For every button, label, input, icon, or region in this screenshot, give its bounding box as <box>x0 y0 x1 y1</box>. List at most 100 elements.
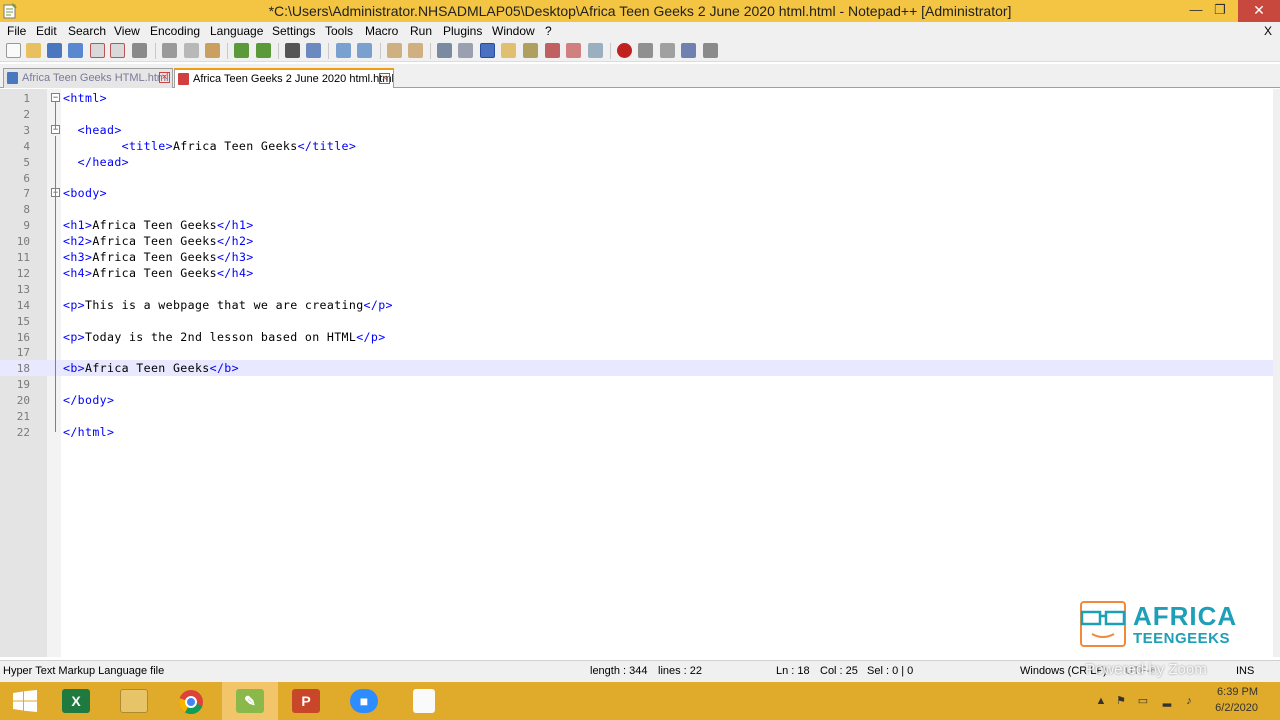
signal-icon[interactable]: ▂ <box>1160 694 1174 708</box>
menu-file[interactable]: File <box>7 24 26 38</box>
code-line[interactable]: 2 <box>0 106 1273 122</box>
code-line[interactable]: 14 <p>This is a webpage that we are creat… <box>0 297 1273 313</box>
sync-horizontal-icon[interactable] <box>408 43 423 58</box>
show-all-chars-icon[interactable] <box>458 43 473 58</box>
code-line[interactable]: 21 <box>0 408 1273 424</box>
menu-edit[interactable]: Edit <box>36 24 57 38</box>
save-all-icon[interactable] <box>68 43 83 58</box>
close-file-icon[interactable] <box>90 43 105 58</box>
taskbar-file-explorer[interactable] <box>106 682 162 720</box>
menu-plugins[interactable]: Plugins <box>443 24 482 38</box>
replace-icon[interactable] <box>306 43 321 58</box>
code-line[interactable]: 15 <box>0 313 1273 329</box>
menu-encoding[interactable]: Encoding <box>150 24 200 38</box>
menu-run[interactable]: Run <box>410 24 432 38</box>
taskbar-chrome[interactable] <box>164 682 220 720</box>
zoom-out-icon[interactable] <box>357 43 372 58</box>
line-text[interactable]: <title>Africa Teen Geeks</title> <box>63 139 356 153</box>
line-text[interactable]: <h1>Africa Teen Geeks</h1> <box>63 218 254 232</box>
code-line[interactable]: 7<body>− <box>0 185 1273 201</box>
code-line[interactable]: 16 <p>Today is the 2nd lesson based on HT… <box>0 329 1273 345</box>
tab-africa-teen-geeks-2-june[interactable]: Africa Teen Geeks 2 June 2020 html.html … <box>174 68 394 88</box>
menu-settings[interactable]: Settings <box>272 24 315 38</box>
close-all-icon[interactable] <box>110 43 125 58</box>
taskbar-excel[interactable]: X <box>48 682 104 720</box>
menu-tools[interactable]: Tools <box>325 24 353 38</box>
code-line[interactable]: 3 <head>− <box>0 122 1273 138</box>
stop-macro-icon[interactable] <box>638 43 653 58</box>
code-line[interactable]: 11 <h3>Africa Teen Geeks</h3> <box>0 249 1273 265</box>
code-line[interactable]: 17 <box>0 344 1273 360</box>
line-text[interactable]: </head> <box>63 155 129 169</box>
taskbar-powerpoint[interactable]: P <box>278 682 334 720</box>
line-text[interactable]: <h4>Africa Teen Geeks</h4> <box>63 266 254 280</box>
paste-icon[interactable] <box>205 43 220 58</box>
line-text[interactable]: <p>Today is the 2nd lesson based on HTML… <box>63 330 386 344</box>
code-line[interactable]: 12 <h4>Africa Teen Geeks</h4> <box>0 265 1273 281</box>
vertical-scrollbar[interactable] <box>1273 89 1280 657</box>
code-line[interactable]: 9 <h1>Africa Teen Geeks</h1> <box>0 217 1273 233</box>
line-text[interactable]: <h3>Africa Teen Geeks</h3> <box>63 250 254 264</box>
menu-help[interactable]: ? <box>545 24 552 38</box>
tab-africa-teen-geeks-html[interactable]: Africa Teen Geeks HTML.html × <box>3 68 173 88</box>
code-line[interactable]: 20 </body> <box>0 392 1273 408</box>
code-line[interactable]: 8 <box>0 201 1273 217</box>
view-icon[interactable] <box>588 43 603 58</box>
code-line[interactable]: 13 <box>0 281 1273 297</box>
tray-overflow-icon[interactable]: ▲ <box>1094 694 1108 708</box>
find-icon[interactable] <box>285 43 300 58</box>
save-icon[interactable] <box>47 43 62 58</box>
menu-macro[interactable]: Macro <box>365 24 398 38</box>
minimize-button[interactable]: — <box>1183 0 1209 22</box>
sync-vertical-icon[interactable] <box>387 43 402 58</box>
code-line[interactable]: 1 <html> − <box>0 90 1273 106</box>
run-macro-multiple-icon[interactable] <box>681 43 696 58</box>
word-wrap-icon[interactable] <box>437 43 452 58</box>
line-text[interactable]: <h2>Africa Teen Geeks</h2> <box>63 234 254 248</box>
code-editor[interactable]: 1<html>−23 <head>−4 <title>Africa Teen G… <box>0 89 1280 657</box>
line-text[interactable]: <p>This is a webpage that we are creatin… <box>63 298 393 312</box>
code-line[interactable]: 6 <box>0 170 1273 186</box>
volume-icon[interactable]: ♪ <box>1182 694 1196 708</box>
redo-icon[interactable] <box>256 43 271 58</box>
zoom-in-icon[interactable] <box>336 43 351 58</box>
save-macro-icon[interactable] <box>703 43 718 58</box>
folder-workspace-icon[interactable] <box>545 43 560 58</box>
indent-guide-icon[interactable] <box>480 43 495 58</box>
code-line[interactable]: 10 <h2>Africa Teen Geeks</h2> <box>0 233 1273 249</box>
cut-icon[interactable] <box>162 43 177 58</box>
taskbar-acrobat[interactable] <box>396 682 452 720</box>
code-line[interactable]: 4 <title>Africa Teen Geeks</title> <box>0 138 1273 154</box>
play-macro-icon[interactable] <box>660 43 675 58</box>
line-text[interactable]: <body> <box>63 186 107 200</box>
maximize-button[interactable]: ❐ <box>1207 0 1233 22</box>
clock-time[interactable]: 6:39 PM <box>1217 686 1258 698</box>
menu-view[interactable]: View <box>114 24 140 38</box>
close-tab-icon[interactable]: × <box>159 72 170 83</box>
taskbar-zoom[interactable]: ■ <box>336 682 392 720</box>
menu-search[interactable]: Search <box>68 24 106 38</box>
clock-date[interactable]: 6/2/2020 <box>1215 702 1258 714</box>
monitoring-icon[interactable] <box>566 43 581 58</box>
battery-icon[interactable]: ▭ <box>1136 694 1150 708</box>
close-document-button[interactable]: X <box>1264 24 1272 38</box>
line-text[interactable]: <head> <box>63 123 122 137</box>
function-list-icon[interactable] <box>523 43 538 58</box>
line-text[interactable]: <b>Africa Teen Geeks</b> <box>63 361 239 375</box>
code-line[interactable]: 22 </html> <box>0 424 1273 440</box>
doc-map-icon[interactable] <box>501 43 516 58</box>
code-line[interactable]: 5 </head> <box>0 154 1273 170</box>
undo-icon[interactable] <box>234 43 249 58</box>
close-tab-icon[interactable]: × <box>379 73 390 84</box>
record-macro-icon[interactable] <box>617 43 632 58</box>
menu-window[interactable]: Window <box>492 24 535 38</box>
code-line[interactable]: 19 <box>0 376 1273 392</box>
close-window-button[interactable]: ✕ <box>1238 0 1280 22</box>
menu-language[interactable]: Language <box>210 24 263 38</box>
code-line[interactable]: 18 <b>Africa Teen Geeks</b> <box>0 360 1273 377</box>
copy-icon[interactable] <box>184 43 199 58</box>
line-text[interactable]: <html> <box>63 91 107 105</box>
line-text[interactable]: </html> <box>63 425 114 439</box>
open-file-icon[interactable] <box>26 43 41 58</box>
print-icon[interactable] <box>132 43 147 58</box>
